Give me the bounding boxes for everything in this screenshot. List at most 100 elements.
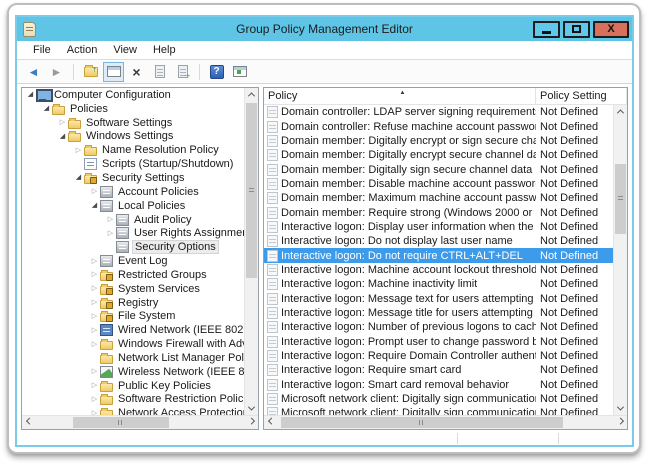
tree-item[interactable]: Scripts (Startup/Shutdown) xyxy=(22,157,244,171)
list-hscrollbar-thumb[interactable] xyxy=(281,417,562,428)
list-vertical-scrollbar[interactable] xyxy=(613,105,627,415)
policy-row[interactable]: Interactive logon: Display user informat… xyxy=(264,220,613,234)
policy-row[interactable]: Domain member: Digitally encrypt secure … xyxy=(264,148,613,162)
expander-collapsed-icon[interactable]: ▷ xyxy=(89,313,100,320)
maximize-button[interactable] xyxy=(563,21,590,38)
policy-row[interactable]: Interactive logon: Smart card removal be… xyxy=(264,378,613,392)
policy-row[interactable]: Microsoft network client: Digitally sign… xyxy=(264,392,613,406)
properties-button[interactable] xyxy=(149,62,170,82)
menu-help[interactable]: Help xyxy=(145,44,184,56)
policy-row[interactable]: Domain member: Require strong (Windows 2… xyxy=(264,205,613,219)
delete-button[interactable]: × xyxy=(126,62,147,82)
tree-item[interactable]: ◢Computer Configuration xyxy=(22,88,244,102)
tree-item[interactable]: ◢Local Policies xyxy=(22,199,244,213)
tree-item[interactable]: ▷Software Restriction Policies xyxy=(22,393,244,407)
tree-item[interactable]: ◢Policies xyxy=(22,102,244,116)
title-bar[interactable]: Group Policy Management Editor X xyxy=(17,17,632,41)
expander-collapsed-icon[interactable]: ▷ xyxy=(57,119,68,126)
help-button[interactable]: ? xyxy=(206,62,227,82)
tree-item[interactable]: ▷Network Access Protection xyxy=(22,406,244,415)
expander-collapsed-icon[interactable]: ▷ xyxy=(89,368,100,375)
expander-collapsed-icon[interactable]: ▷ xyxy=(89,341,100,348)
tree-item[interactable]: ▷Registry xyxy=(22,296,244,310)
tree-item[interactable]: ▷Account Policies xyxy=(22,185,244,199)
show-console-tree-button[interactable] xyxy=(103,62,124,82)
policy-row[interactable]: Domain controller: Refuse machine accoun… xyxy=(264,119,613,133)
tree-horizontal-scrollbar[interactable] xyxy=(22,415,258,429)
tree-hscrollbar-thumb[interactable] xyxy=(73,417,169,428)
console-window-button[interactable] xyxy=(229,62,250,82)
tree-item[interactable]: ▷User Rights Assignment xyxy=(22,226,244,240)
expander-collapsed-icon[interactable]: ▷ xyxy=(89,410,100,415)
expander-expanded-icon[interactable]: ◢ xyxy=(41,105,52,112)
scroll-right-button[interactable] xyxy=(613,416,627,429)
expander-collapsed-icon[interactable]: ▷ xyxy=(89,188,100,195)
column-header-policy[interactable]: Policy ▲ xyxy=(264,88,536,104)
expander-collapsed-icon[interactable]: ▷ xyxy=(105,230,116,237)
close-button[interactable]: X xyxy=(593,21,629,38)
tree-item[interactable]: Network List Manager Policies xyxy=(22,351,244,365)
up-one-level-button[interactable] xyxy=(80,62,101,82)
policy-row[interactable]: Interactive logon: Number of previous lo… xyxy=(264,320,613,334)
expander-expanded-icon[interactable]: ◢ xyxy=(25,91,36,98)
policy-row[interactable]: Domain controller: LDAP server signing r… xyxy=(264,105,613,119)
tree-item[interactable]: ◢Windows Settings xyxy=(22,130,244,144)
expander-collapsed-icon[interactable]: ▷ xyxy=(89,271,100,278)
policy-row[interactable]: Interactive logon: Do not require CTRL+A… xyxy=(264,248,613,262)
policy-row[interactable]: Interactive logon: Do not display last u… xyxy=(264,234,613,248)
expander-expanded-icon[interactable]: ◢ xyxy=(57,133,68,140)
scroll-right-button[interactable] xyxy=(244,416,258,429)
tree-item[interactable]: ◢Security Settings xyxy=(22,171,244,185)
scroll-down-button[interactable] xyxy=(614,402,627,415)
scroll-down-button[interactable] xyxy=(245,402,258,415)
expander-expanded-icon[interactable]: ◢ xyxy=(89,202,100,209)
scroll-up-button[interactable] xyxy=(614,105,627,118)
expander-collapsed-icon[interactable]: ▷ xyxy=(89,382,100,389)
back-button[interactable]: ◄ xyxy=(23,62,44,82)
tree-scrollbar-thumb[interactable] xyxy=(246,103,257,278)
export-list-button[interactable] xyxy=(172,62,193,82)
tree-item[interactable]: ▷Event Log xyxy=(22,254,244,268)
menu-action[interactable]: Action xyxy=(59,44,106,56)
expander-collapsed-icon[interactable]: ▷ xyxy=(89,299,100,306)
expander-collapsed-icon[interactable]: ▷ xyxy=(89,285,100,292)
expander-collapsed-icon[interactable]: ▷ xyxy=(89,396,100,403)
expander-collapsed-icon[interactable]: ▷ xyxy=(89,258,100,265)
policy-row[interactable]: Domain member: Digitally sign secure cha… xyxy=(264,162,613,176)
column-header-policy-setting[interactable]: Policy Setting xyxy=(536,88,627,104)
tree-item[interactable]: ▷Wired Network (IEEE 802.3) Poli xyxy=(22,323,244,337)
scroll-left-button[interactable] xyxy=(264,416,278,429)
tree-item[interactable]: ▷Software Settings xyxy=(22,116,244,130)
tree-item[interactable]: ▷Windows Firewall with Advanc xyxy=(22,337,244,351)
policy-row[interactable]: Interactive logon: Prompt user to change… xyxy=(264,335,613,349)
tree-vertical-scrollbar[interactable] xyxy=(244,88,258,415)
expander-collapsed-icon[interactable]: ▷ xyxy=(89,327,100,334)
tree-item[interactable]: ▷Wireless Network (IEEE 802.11) xyxy=(22,365,244,379)
tree-item[interactable]: ▷Name Resolution Policy xyxy=(22,143,244,157)
expander-expanded-icon[interactable]: ◢ xyxy=(73,174,84,181)
policy-row[interactable]: Interactive logon: Machine account locko… xyxy=(264,263,613,277)
policy-row[interactable]: Domain member: Digitally encrypt or sign… xyxy=(264,134,613,148)
expander-collapsed-icon[interactable]: ▷ xyxy=(105,216,116,223)
tree-item[interactable]: ▷System Services xyxy=(22,282,244,296)
scroll-left-button[interactable] xyxy=(22,416,36,429)
policy-row[interactable]: Domain member: Maximum machine account p… xyxy=(264,191,613,205)
tree-item[interactable]: ▷Audit Policy xyxy=(22,213,244,227)
tree-item[interactable]: Security Options xyxy=(22,240,244,254)
menu-file[interactable]: File xyxy=(25,44,59,56)
policy-row[interactable]: Interactive logon: Require Domain Contro… xyxy=(264,349,613,363)
tree-item[interactable]: ▷Public Key Policies xyxy=(22,379,244,393)
list-scrollbar-thumb[interactable] xyxy=(615,164,626,234)
policy-row[interactable]: Interactive logon: Message text for user… xyxy=(264,291,613,305)
policy-row[interactable]: Interactive logon: Machine inactivity li… xyxy=(264,277,613,291)
list-horizontal-scrollbar[interactable] xyxy=(264,415,627,429)
policy-row[interactable]: Microsoft network client: Digitally sign… xyxy=(264,406,613,415)
policy-row[interactable]: Domain member: Disable machine account p… xyxy=(264,177,613,191)
policy-row[interactable]: Interactive logon: Require smart cardNot… xyxy=(264,363,613,377)
tree-item[interactable]: ▷File System xyxy=(22,310,244,324)
expander-collapsed-icon[interactable]: ▷ xyxy=(73,147,84,154)
forward-button[interactable]: ► xyxy=(46,62,67,82)
minimize-button[interactable] xyxy=(533,21,560,38)
tree-item[interactable]: ▷Restricted Groups xyxy=(22,268,244,282)
menu-view[interactable]: View xyxy=(105,44,145,56)
